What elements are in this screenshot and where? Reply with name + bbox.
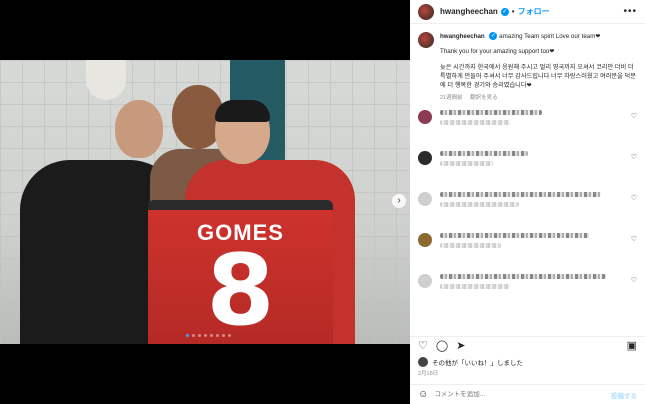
commenter-avatar[interactable]: [418, 110, 432, 124]
comment-blurred-text: [440, 110, 615, 136]
blurred-line: [440, 151, 528, 156]
comment-input[interactable]: [434, 391, 595, 398]
comment-item: ♡: [410, 274, 645, 300]
blurred-line: [440, 284, 510, 289]
blurred-line: [440, 120, 510, 125]
post-caption: hwangheechan ✓ amazing Team spirit Love …: [410, 24, 645, 103]
blurred-line: [440, 192, 601, 197]
carousel-dot: [192, 334, 195, 337]
comment-heart-icon[interactable]: ♡: [631, 276, 637, 284]
jersey-collar: [148, 200, 333, 210]
person-left-head: [115, 100, 163, 158]
post-date: 2月18日: [418, 371, 439, 377]
caption-line-2: Thank you for your amazing support too❤: [440, 48, 555, 56]
caption-avatar[interactable]: [418, 32, 434, 48]
blurred-line: [440, 110, 542, 115]
caption-meta: 21週間前 翻訳を見る: [440, 94, 637, 102]
comment-blurred-text: [440, 151, 615, 177]
commenter-avatar[interactable]: [418, 192, 432, 206]
comment-item: ♡: [410, 192, 645, 218]
avatar[interactable]: [418, 3, 434, 20]
comment-item: ♡: [410, 233, 645, 259]
send-icon[interactable]: ➤: [456, 341, 465, 352]
likes-text: その他が「いいね！」しました: [432, 360, 523, 367]
blurred-line: [440, 243, 502, 248]
jersey-number: 8: [206, 234, 275, 344]
commenter-avatar[interactable]: [418, 151, 432, 165]
bookmark-icon[interactable]: ▣: [627, 341, 637, 352]
verified-badge-icon: ✓: [500, 7, 509, 16]
follow-button[interactable]: フォロー: [518, 6, 550, 17]
caption-body: hwangheechan ✓ amazing Team spirit Love …: [440, 32, 637, 103]
blurred-line: [440, 202, 519, 207]
comment-blurred-text: [440, 274, 615, 300]
add-comment-bar: ☺ 投稿する: [410, 384, 645, 404]
hanging-cap: [86, 60, 126, 100]
comment-blurred-text: [440, 192, 615, 218]
commenter-avatar[interactable]: [418, 274, 432, 288]
comment-heart-icon[interactable]: ♡: [631, 194, 637, 202]
post-header: hwangheechan ✓ • フォロー •••: [410, 0, 645, 24]
post-age: 21週間前: [440, 95, 463, 102]
held-jersey: GOMES 8: [148, 200, 333, 344]
chevron-right-icon[interactable]: ›: [392, 194, 406, 208]
likes-summary[interactable]: その他が「いいね！」しました: [418, 357, 523, 367]
carousel-dot: [210, 334, 213, 337]
blurred-line: [440, 161, 493, 166]
commenter-avatar[interactable]: [418, 233, 432, 247]
emoji-icon[interactable]: ☺: [418, 389, 428, 400]
comment-heart-icon[interactable]: ♡: [631, 112, 637, 120]
comment-icon[interactable]: ◯: [436, 341, 448, 352]
post-actions: ♡ ◯ ➤ ▣: [410, 336, 645, 356]
verified-badge-icon: ✓: [489, 32, 498, 41]
carousel-dot: [216, 334, 219, 337]
heart-icon[interactable]: ♡: [418, 341, 428, 352]
caption-text: amazing Team spirit Love our team❤: [499, 33, 601, 40]
blurred-line: [440, 274, 607, 279]
post-side-panel: hwangheechan ✓ • フォロー ••• hwangheechan ✓…: [410, 0, 645, 404]
post-photo[interactable]: GOMES 8 ☻: [0, 60, 410, 344]
post-comment-button[interactable]: 投稿する: [611, 390, 637, 400]
carousel-dot: [198, 334, 201, 337]
comment-list: ♡ ♡ ♡ ♡ ♡: [410, 110, 645, 315]
instagram-post-modal: GOMES 8 ☻ › hwangheechan ✓ • フォロー •••: [0, 0, 645, 404]
caption-first-line: hwangheechan ✓ amazing Team spirit Love …: [440, 32, 637, 41]
carousel-dot: [228, 334, 231, 337]
comment-heart-icon[interactable]: ♡: [631, 153, 637, 161]
person-right-hair: [215, 100, 270, 122]
comment-item: ♡: [410, 110, 645, 136]
carousel-dot: [222, 334, 225, 337]
username-link[interactable]: hwangheechan: [440, 7, 498, 16]
blurred-line: [440, 233, 589, 238]
separator: •: [511, 7, 515, 16]
translate-link[interactable]: 翻訳を見る: [470, 95, 498, 101]
comment-heart-icon[interactable]: ♡: [631, 235, 637, 243]
carousel-dot: [186, 334, 189, 337]
comment-blurred-text: [440, 233, 615, 259]
caption-line-3: 늦은 시간까지 한국에서 응원해 주시고 멀리 영국까지 오셔서 코리안 더비 …: [440, 63, 636, 90]
comment-item: ♡: [410, 151, 645, 177]
post-media: GOMES 8 ☻ ›: [0, 0, 410, 404]
more-options-icon[interactable]: •••: [623, 6, 637, 17]
liker-avatar: [418, 357, 428, 367]
carousel-dot: [204, 334, 207, 337]
carousel-indicator: [186, 334, 231, 337]
caption-username[interactable]: hwangheechan: [440, 33, 485, 40]
